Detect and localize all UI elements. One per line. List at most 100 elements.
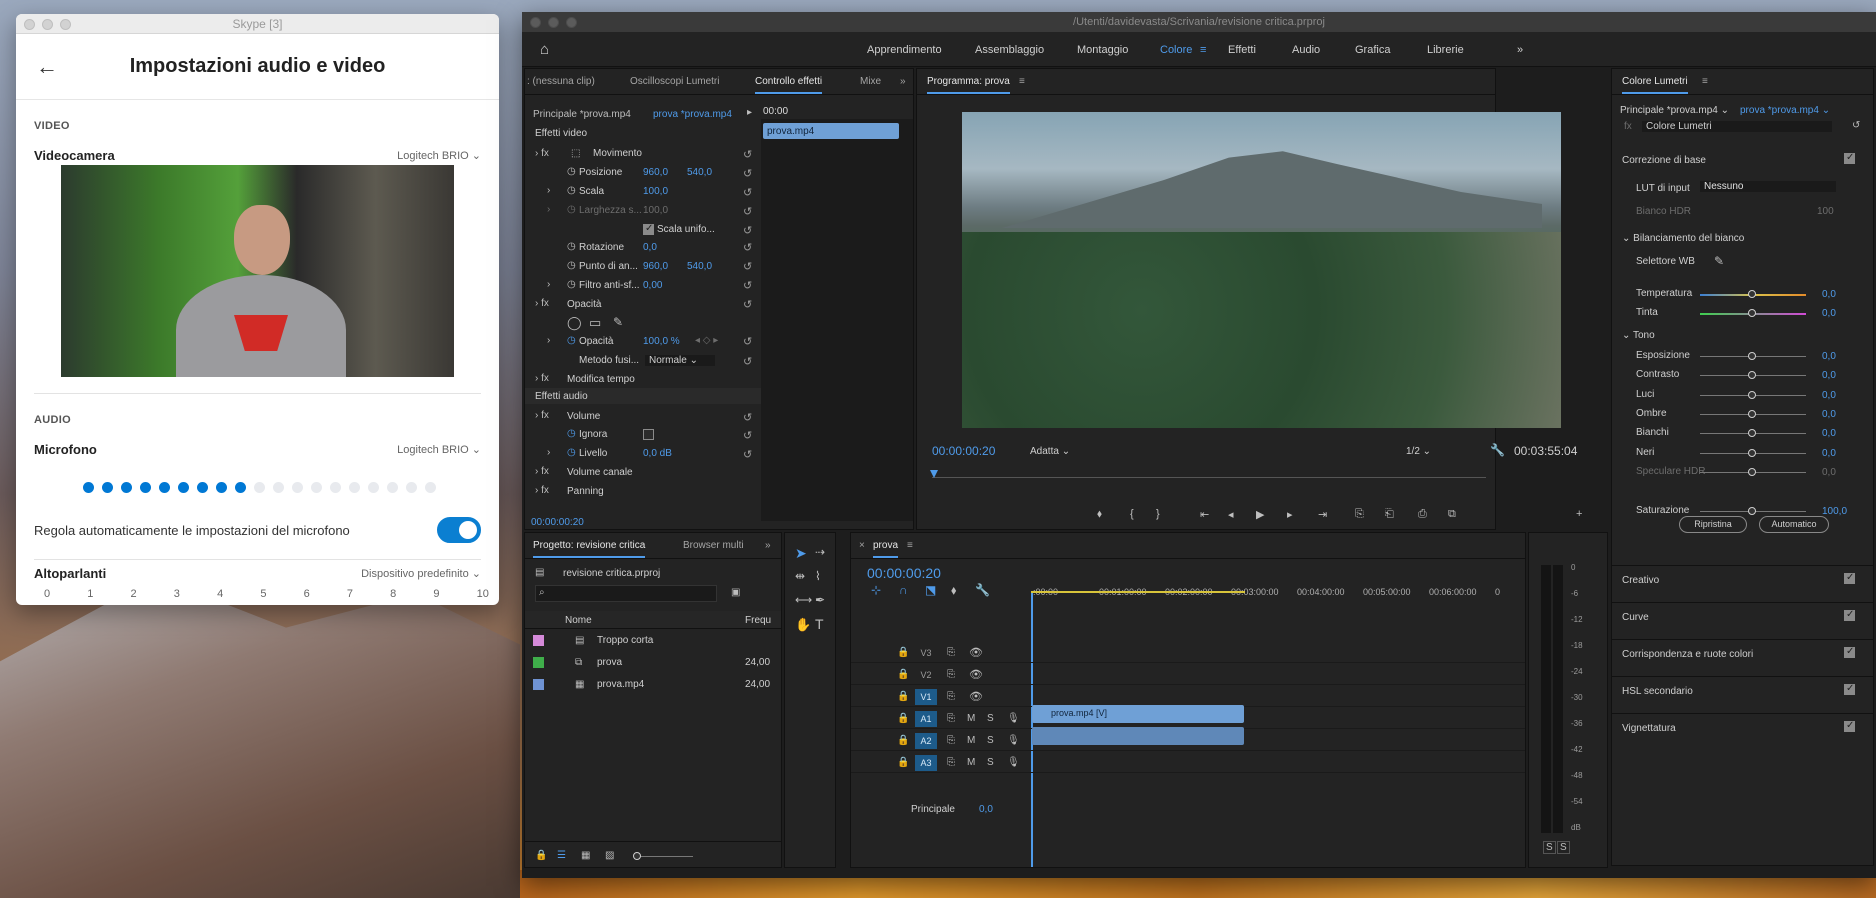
- workspace-grafica[interactable]: Grafica: [1355, 44, 1390, 56]
- freeform-view-icon[interactable]: ▨: [605, 850, 614, 861]
- wrench-icon[interactable]: 🔧: [1490, 443, 1505, 457]
- project-search-input[interactable]: [535, 585, 717, 602]
- work-area-bar[interactable]: [1031, 591, 1245, 593]
- ec-channel-volume[interactable]: Volume canale: [567, 467, 633, 478]
- lumetri-blacks-value[interactable]: 0,0: [1822, 448, 1836, 459]
- reset-icon[interactable]: ↺: [743, 205, 752, 218]
- zoom-slider-knob[interactable]: [633, 852, 641, 860]
- lift-icon[interactable]: ⎘: [1355, 508, 1364, 521]
- lumetri-section-checkbox[interactable]: [1844, 720, 1855, 732]
- step-forward-icon[interactable]: ▸: [1287, 508, 1293, 521]
- lumetri-section-2[interactable]: Corrispondenza e ruote colori: [1622, 649, 1753, 660]
- stopwatch-icon[interactable]: ◷: [567, 447, 576, 458]
- extract-icon[interactable]: ⎗: [1385, 508, 1394, 521]
- lumetri-temperature-knob[interactable]: [1748, 290, 1756, 298]
- lumetri-contrast-value[interactable]: 0,0: [1822, 370, 1836, 381]
- mute-button[interactable]: M: [967, 757, 975, 768]
- ec-motion[interactable]: Movimento: [593, 148, 642, 159]
- expand-arrow-icon[interactable]: ›: [547, 335, 550, 346]
- playhead-marker[interactable]: [930, 470, 938, 478]
- sync-lock-icon[interactable]: ⎘: [947, 691, 955, 702]
- tab-lumetri-scopes[interactable]: Oscilloscopi Lumetri: [630, 76, 719, 87]
- back-arrow-icon[interactable]: ←: [36, 54, 58, 80]
- reset-icon[interactable]: ↺: [743, 148, 752, 161]
- speaker-volume-scale[interactable]: 0 1 2 3 4 5 6 7 8 9 10: [44, 588, 489, 600]
- more-workspaces-icon[interactable]: »: [1517, 44, 1523, 56]
- timeline-settings-icon[interactable]: 🔧: [975, 583, 990, 597]
- stopwatch-icon[interactable]: ◷: [567, 166, 576, 177]
- auto-button[interactable]: Automatico: [1759, 516, 1829, 533]
- reset-icon[interactable]: ↺: [743, 448, 752, 461]
- stopwatch-icon[interactable]: ◷: [567, 185, 576, 196]
- program-video-frame[interactable]: [962, 112, 1561, 428]
- speaker-scale-tick[interactable]: 0: [44, 588, 50, 600]
- ec-master-clip[interactable]: Principale *prova.mp4: [533, 109, 631, 120]
- play-icon[interactable]: ▶: [1256, 508, 1264, 521]
- lumetri-master-clip[interactable]: Principale *prova.mp4 ⌄: [1620, 105, 1729, 116]
- microphone-dropdown[interactable]: Logitech BRIO ⌄: [397, 443, 481, 456]
- list-view-icon[interactable]: ☰: [557, 850, 566, 861]
- lumetri-shadows-value[interactable]: 0,0: [1822, 409, 1836, 420]
- track-target-a1[interactable]: A1: [915, 711, 937, 727]
- sync-lock-icon[interactable]: ⎘: [947, 713, 955, 724]
- add-marker-icon[interactable]: ⬧: [951, 583, 956, 598]
- keyframe-nav-icon[interactable]: ◂ ◇ ▸: [695, 335, 718, 346]
- track-select-tool-icon[interactable]: ⇢: [815, 545, 825, 559]
- sync-lock-icon[interactable]: ⎘: [947, 669, 955, 680]
- snap-icon[interactable]: ∩: [899, 583, 908, 597]
- track-target-a3[interactable]: A3: [915, 755, 937, 771]
- white-balance-header[interactable]: ⌄ Bilanciamento del bianco: [1622, 233, 1744, 244]
- label-color-swatch[interactable]: [533, 679, 544, 690]
- lumetri-highlights-value[interactable]: 0,0: [1822, 390, 1836, 401]
- speaker-scale-tick[interactable]: 4: [217, 588, 223, 600]
- nest-icon[interactable]: ⊹: [871, 583, 881, 597]
- expand-arrow-icon[interactable]: ›: [547, 204, 550, 215]
- speaker-scale-tick[interactable]: 8: [390, 588, 396, 600]
- marker-icon[interactable]: ⬧: [1097, 508, 1102, 521]
- stopwatch-icon[interactable]: ◷: [567, 260, 576, 271]
- tab-media-browser[interactable]: Browser multi: [683, 540, 744, 551]
- reset-icon[interactable]: ↺: [743, 355, 752, 368]
- tab-source[interactable]: : (nessuna clip): [527, 76, 595, 87]
- reset-icon[interactable]: ↺: [743, 279, 752, 292]
- tab-program[interactable]: Programma: prova: [927, 76, 1010, 94]
- track-lock-icon[interactable]: 🔒: [897, 735, 909, 746]
- lumetri-tint-knob[interactable]: [1748, 309, 1756, 317]
- track-lock-icon[interactable]: 🔒: [897, 713, 909, 724]
- workspace-assemblaggio[interactable]: Assemblaggio: [975, 44, 1044, 56]
- reset-icon[interactable]: ↺: [743, 429, 752, 442]
- lumetri-temperature-value[interactable]: 0,0: [1822, 289, 1836, 300]
- lumetri-shadows-knob[interactable]: [1748, 410, 1756, 418]
- ec-time-remap[interactable]: Modifica tempo: [567, 374, 635, 385]
- blend-mode-select[interactable]: Normale ⌄: [645, 355, 715, 366]
- reset-icon[interactable]: ↺: [1852, 120, 1860, 131]
- speaker-scale-tick[interactable]: 2: [131, 588, 137, 600]
- lumetri-saturation-value[interactable]: 100,0: [1822, 506, 1847, 517]
- solo-right-button[interactable]: S: [1557, 841, 1570, 854]
- ec-anchor-x[interactable]: 960,0: [643, 261, 668, 272]
- solo-button[interactable]: S: [987, 735, 994, 746]
- ec-timecode[interactable]: 00:00:00:20: [531, 517, 584, 528]
- speaker-scale-tick[interactable]: 6: [304, 588, 310, 600]
- track-lock-icon[interactable]: 🔒: [897, 757, 909, 768]
- speaker-scale-tick[interactable]: 7: [347, 588, 353, 600]
- speaker-scale-tick[interactable]: 9: [433, 588, 439, 600]
- ec-anchor-y[interactable]: 540,0: [687, 261, 712, 272]
- tab-effect-controls[interactable]: Controllo effetti: [755, 76, 823, 94]
- mic-auto-adjust-toggle[interactable]: [437, 517, 481, 543]
- basic-correction-checkbox[interactable]: [1844, 152, 1855, 164]
- microphone-icon[interactable]: 🎙: [1007, 735, 1020, 746]
- ec-level-value[interactable]: 0,0 dB: [643, 448, 672, 459]
- reset-icon[interactable]: ↺: [743, 224, 752, 237]
- compare-icon[interactable]: ⧉: [1448, 508, 1456, 521]
- reset-icon[interactable]: ↺: [743, 298, 752, 311]
- lumetri-sequence-clip[interactable]: prova *prova.mp4 ⌄: [1740, 105, 1830, 116]
- mute-button[interactable]: M: [967, 735, 975, 746]
- lumetri-tint-value[interactable]: 0,0: [1822, 308, 1836, 319]
- reset-icon[interactable]: ↺: [743, 186, 752, 199]
- reset-icon[interactable]: ↺: [743, 411, 752, 424]
- tab-sequence[interactable]: prova: [873, 540, 899, 558]
- panel-menu-icon[interactable]: ≡: [1702, 76, 1708, 87]
- microphone-icon[interactable]: 🎙: [1007, 713, 1020, 724]
- mark-out-icon[interactable]: }: [1156, 508, 1160, 520]
